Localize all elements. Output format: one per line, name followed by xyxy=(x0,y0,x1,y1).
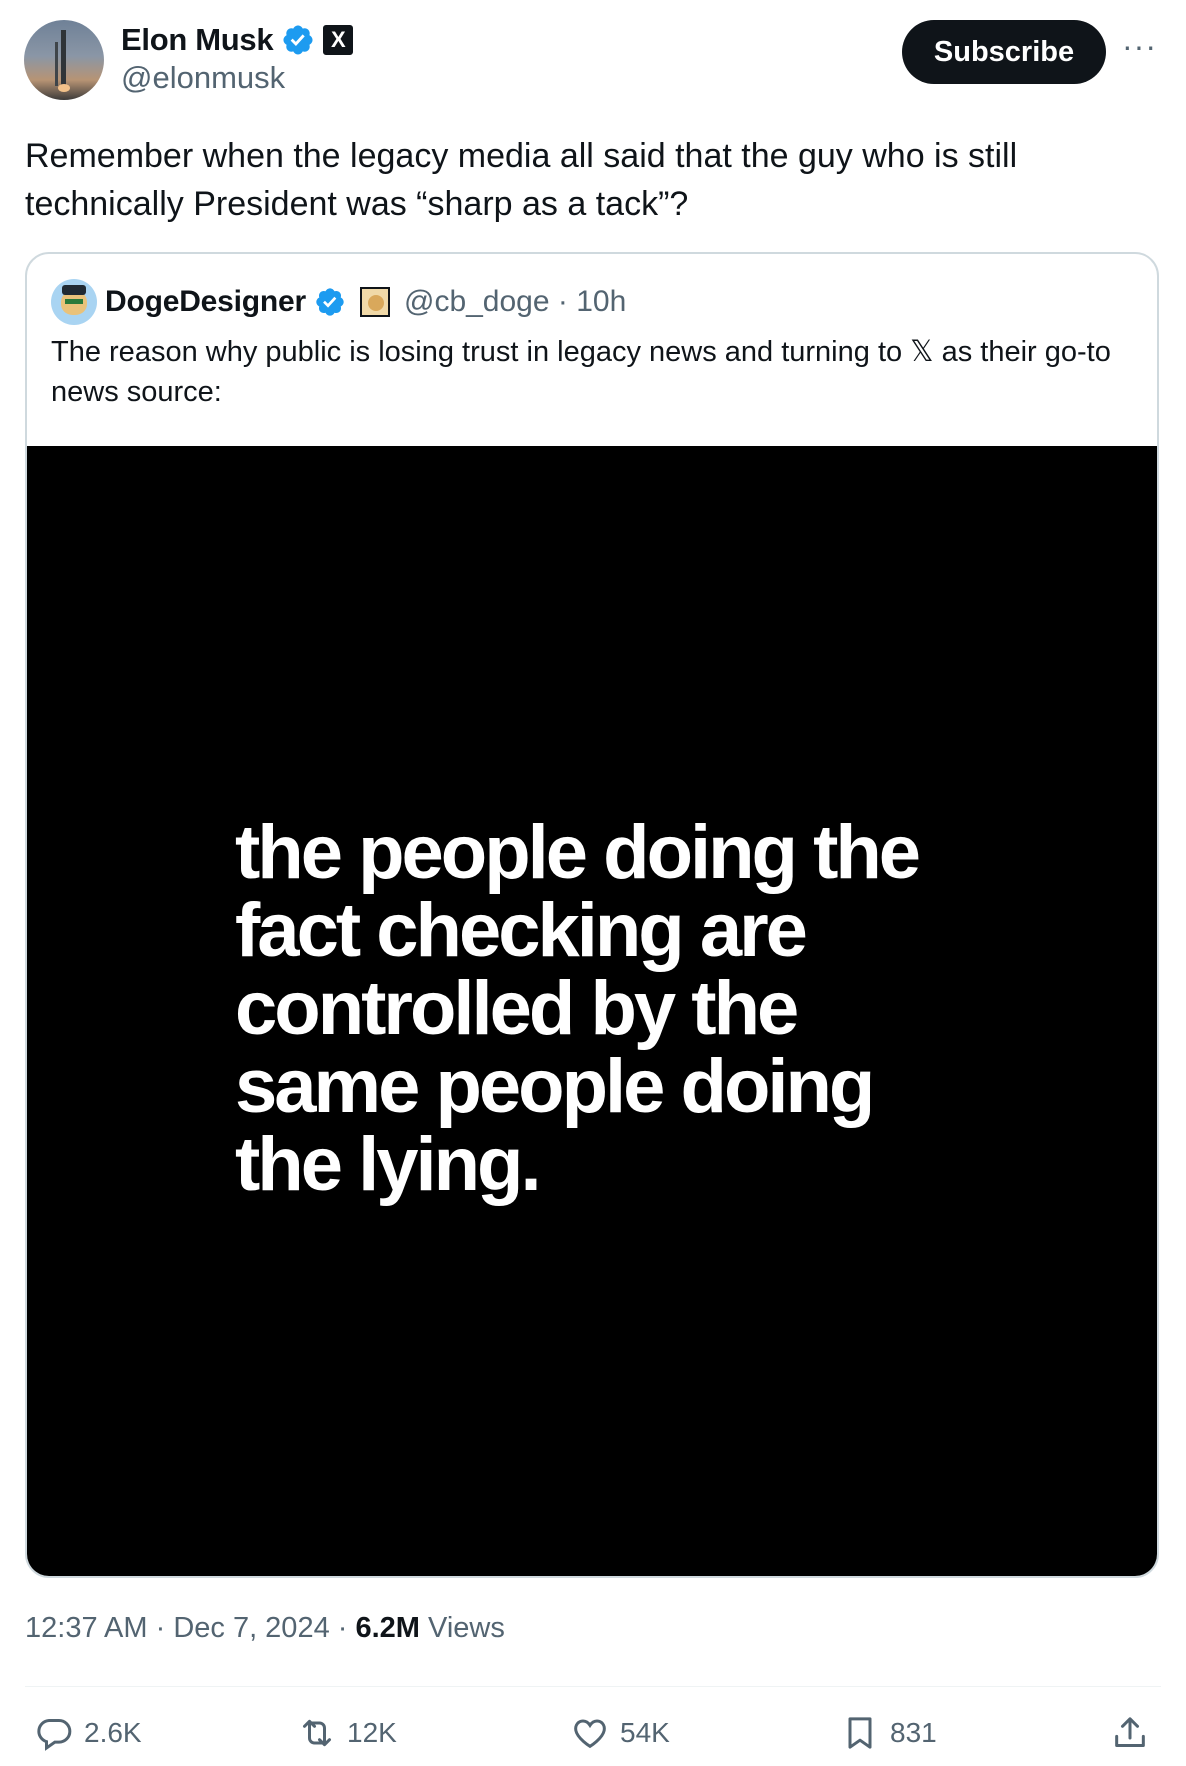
subscribe-button[interactable]: Subscribe xyxy=(902,20,1106,84)
quoted-author-name[interactable]: DogeDesigner xyxy=(105,285,306,319)
avatar-flame xyxy=(58,84,70,92)
doge-badge-icon xyxy=(359,287,390,317)
bookmark-button[interactable]: 831 xyxy=(840,1708,937,1758)
bookmark-count: 831 xyxy=(890,1717,937,1748)
doge-face xyxy=(367,295,384,311)
author-name[interactable]: Elon Musk xyxy=(121,22,274,58)
avatar-hat xyxy=(62,285,86,295)
post-text: Remember when the legacy media all said … xyxy=(25,137,1018,223)
quoted-post[interactable]: DogeDesigner @cb_doge · 10h The reason w… xyxy=(25,252,1159,1578)
quoted-header: DogeDesigner @cb_doge · 10h xyxy=(51,278,626,326)
views-label: Views xyxy=(419,1612,505,1644)
meta-separator: · xyxy=(329,1612,356,1644)
verified-icon[interactable] xyxy=(314,286,346,318)
like-button[interactable]: 54K xyxy=(570,1708,670,1758)
views-count[interactable]: 6.2M xyxy=(355,1612,419,1645)
reply-icon xyxy=(37,1719,72,1751)
repost-count: 12K xyxy=(347,1717,397,1748)
avatar-glasses xyxy=(65,299,83,304)
quoted-avatar[interactable] xyxy=(51,279,97,325)
post-meta: 12:37 AM · Dec 7, 2024 · 6.2M Views xyxy=(25,1612,505,1645)
quoted-media-image[interactable]: the people doing the fact checking are c… xyxy=(27,446,1157,1576)
like-icon xyxy=(574,1719,606,1749)
more-icon[interactable]: ··· xyxy=(1122,28,1157,65)
author-handle[interactable]: @elonmusk xyxy=(121,60,285,96)
author-avatar[interactable] xyxy=(24,20,104,100)
avatar-rocket xyxy=(61,30,66,86)
share-icon xyxy=(1115,1717,1145,1747)
repost-icon xyxy=(303,1719,331,1747)
post-date[interactable]: Dec 7, 2024 xyxy=(173,1612,329,1645)
share-button[interactable] xyxy=(1110,1708,1150,1758)
post-time[interactable]: 12:37 AM xyxy=(25,1612,148,1645)
divider xyxy=(25,1686,1161,1687)
quoted-text: The reason why public is losing trust in… xyxy=(51,336,1111,408)
verified-icon[interactable] xyxy=(281,23,315,57)
author-name-row: Elon Musk X xyxy=(121,18,354,62)
meta-separator: · xyxy=(147,1612,174,1644)
media-image-text: the people doing the fact checking are c… xyxy=(235,810,921,1207)
bookmark-icon xyxy=(848,1717,872,1749)
x-badge-icon: X xyxy=(323,25,354,55)
avatar-tower xyxy=(55,42,58,86)
reply-count: 2.6K xyxy=(84,1717,142,1748)
repost-button[interactable]: 12K xyxy=(297,1708,397,1758)
reply-button[interactable]: 2.6K xyxy=(34,1708,142,1758)
quoted-handle-time[interactable]: @cb_doge · 10h xyxy=(404,285,626,319)
like-count: 54K xyxy=(620,1717,670,1748)
